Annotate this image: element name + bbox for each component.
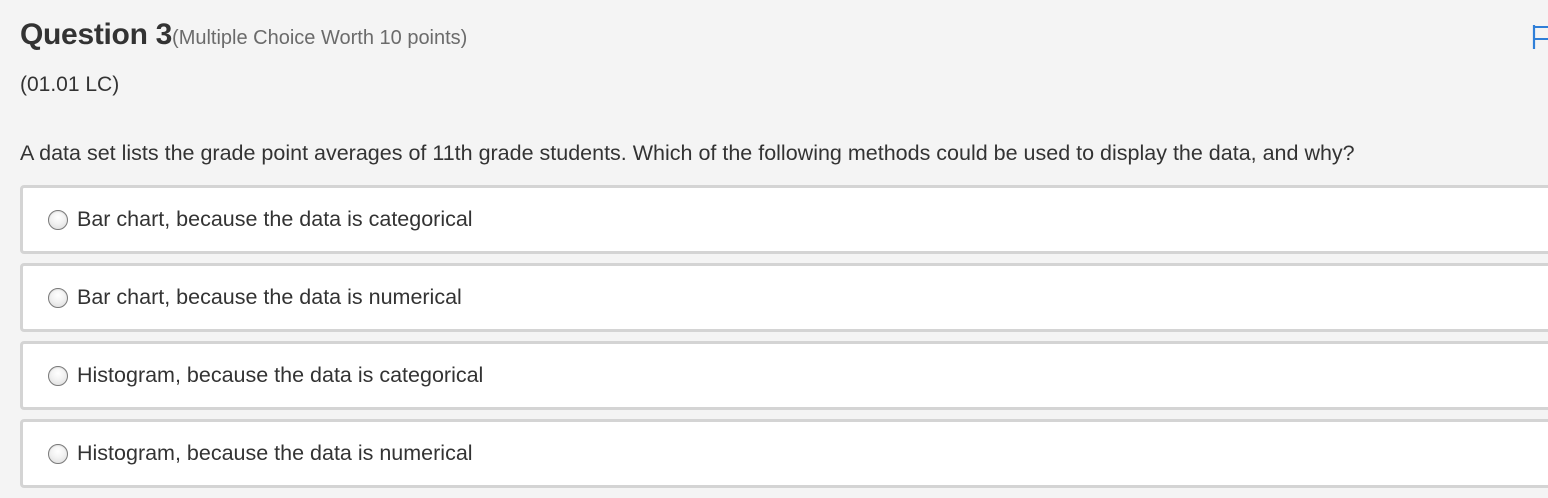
answer-choice-2[interactable]: Bar chart, because the data is numerical bbox=[20, 263, 1548, 332]
answer-choice-3[interactable]: Histogram, because the data is categoric… bbox=[20, 341, 1548, 410]
radio-button-1[interactable] bbox=[48, 209, 68, 230]
flag-icon bbox=[1532, 25, 1548, 49]
question-prompt: A data set lists the grade point average… bbox=[20, 141, 1355, 165]
answer-choice-label: Histogram, because the data is numerical bbox=[77, 441, 473, 465]
question-header: Question 3(Multiple Choice Worth 10 poin… bbox=[20, 18, 467, 52]
answer-choice-label: Histogram, because the data is categoric… bbox=[77, 363, 484, 387]
radio-button-3[interactable] bbox=[48, 365, 68, 386]
answer-choice-label: Bar chart, because the data is numerical bbox=[77, 285, 462, 309]
answer-choice-label: Bar chart, because the data is categoric… bbox=[77, 207, 473, 231]
lesson-code: (01.01 LC) bbox=[20, 73, 120, 96]
question-meta: (Multiple Choice Worth 10 points) bbox=[172, 27, 468, 49]
answer-choices: Bar chart, because the data is categoric… bbox=[20, 185, 1548, 497]
answer-choice-1[interactable]: Bar chart, because the data is categoric… bbox=[20, 185, 1548, 254]
radio-button-4[interactable] bbox=[48, 443, 68, 464]
flag-button[interactable] bbox=[1532, 24, 1548, 50]
radio-button-2[interactable] bbox=[48, 287, 68, 308]
question-title: Question 3 bbox=[20, 18, 173, 51]
answer-choice-4[interactable]: Histogram, because the data is numerical bbox=[20, 419, 1548, 488]
